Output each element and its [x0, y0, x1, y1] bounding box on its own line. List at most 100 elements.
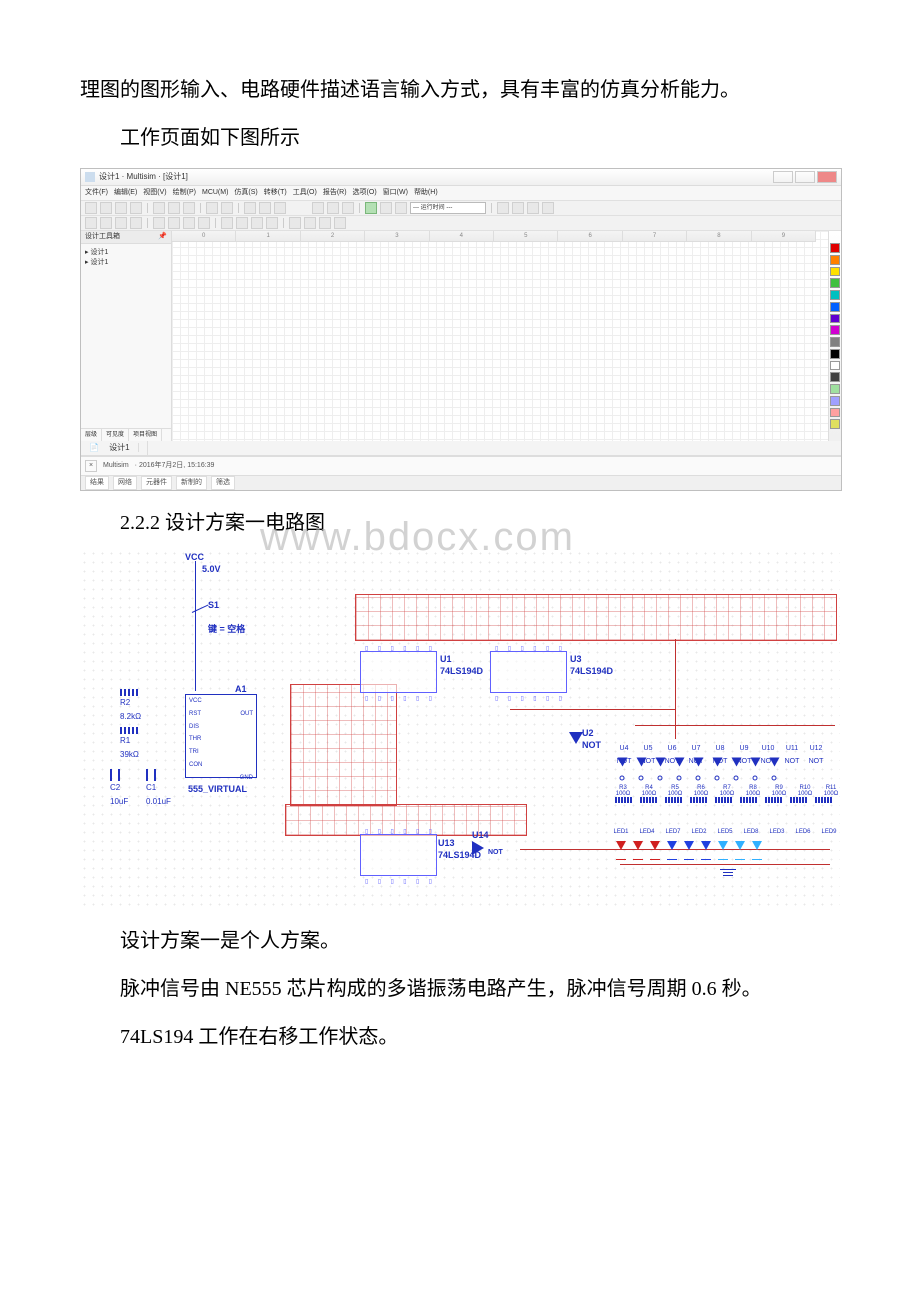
- menu-item[interactable]: 报告(R): [323, 187, 347, 200]
- tb2-btn[interactable]: [221, 217, 233, 229]
- tree-item[interactable]: ▸ 设计1: [85, 258, 167, 268]
- tb2-btn[interactable]: [183, 217, 195, 229]
- tb-scope-icon[interactable]: [512, 202, 524, 214]
- tb2-btn[interactable]: [251, 217, 263, 229]
- panel-tab[interactable]: 项目视图: [129, 429, 162, 441]
- palette-swatch[interactable]: [830, 361, 840, 371]
- palette-swatch[interactable]: [830, 408, 840, 418]
- tb-probe-icon[interactable]: [497, 202, 509, 214]
- tb-redo-icon[interactable]: [221, 202, 233, 214]
- panel-tab[interactable]: 可见度: [102, 429, 129, 441]
- palette-swatch[interactable]: [830, 337, 840, 347]
- stop-button[interactable]: [395, 202, 407, 214]
- tb2-btn[interactable]: [236, 217, 248, 229]
- palette-swatch[interactable]: [830, 349, 840, 359]
- palette-swatch[interactable]: [830, 290, 840, 300]
- status-tab[interactable]: 筛选: [211, 476, 235, 491]
- maximize-button[interactable]: [795, 171, 815, 183]
- menu-item[interactable]: 文件(F): [85, 187, 108, 200]
- tb2-btn[interactable]: [266, 217, 278, 229]
- palette-swatch[interactable]: [830, 372, 840, 382]
- chip-u1: ▯▯▯▯▯▯ ▯▯▯▯▯▯: [360, 651, 437, 693]
- design-tree[interactable]: ▸ 设计1 ▸ 设计1: [81, 244, 171, 428]
- tb-print-icon[interactable]: [130, 202, 142, 214]
- menu-item[interactable]: 编辑(E): [114, 187, 137, 200]
- led-icon: [701, 841, 711, 850]
- palette-swatch[interactable]: [830, 384, 840, 394]
- menu-item[interactable]: 仿真(S): [234, 187, 257, 200]
- palette-swatch[interactable]: [830, 396, 840, 406]
- panel-pin-icon[interactable]: 📌: [158, 231, 167, 244]
- panel-tabs[interactable]: 层级可见度项目视图: [81, 428, 171, 441]
- tb-wire-icon[interactable]: [327, 202, 339, 214]
- run-button[interactable]: [365, 202, 377, 214]
- tb-zoom-in-icon[interactable]: [244, 202, 256, 214]
- ruler-tick: 6: [558, 231, 622, 241]
- menubar[interactable]: 文件(F) 编辑(E) 视图(V) 绘制(P) MCU(M) 仿真(S) 转移(T) 工具(O…: [81, 186, 841, 201]
- schematic-canvas[interactable]: 0123456789: [172, 231, 828, 441]
- palette-swatch[interactable]: [830, 302, 840, 312]
- document-tab[interactable]: 📄 设计1: [81, 441, 148, 455]
- horizontal-ruler: 0123456789: [172, 231, 816, 242]
- tb2-btn[interactable]: [168, 217, 180, 229]
- tb2-btn[interactable]: [289, 217, 301, 229]
- toolbar-secondary[interactable]: [81, 216, 841, 231]
- document-tabs[interactable]: 📄 设计1: [81, 441, 841, 456]
- tb2-btn[interactable]: [115, 217, 127, 229]
- run-time-display: --- 运行时间 ---: [410, 202, 486, 214]
- tb2-btn[interactable]: [100, 217, 112, 229]
- tree-item[interactable]: ▸ 设计1: [85, 248, 167, 258]
- minimize-button[interactable]: [773, 171, 793, 183]
- close-button[interactable]: [817, 171, 837, 183]
- menu-item[interactable]: 转移(T): [264, 187, 287, 200]
- cap-c1: C10.01uF: [146, 769, 171, 810]
- instrument-palette[interactable]: [828, 231, 841, 441]
- tb-cut-icon[interactable]: [153, 202, 165, 214]
- panel-tab[interactable]: 层级: [81, 429, 102, 441]
- tb-undo-icon[interactable]: [206, 202, 218, 214]
- palette-swatch[interactable]: [830, 314, 840, 324]
- window-controls[interactable]: [773, 171, 837, 183]
- palette-swatch[interactable]: [830, 255, 840, 265]
- palette-swatch[interactable]: [830, 419, 840, 429]
- tb-gen-icon[interactable]: [542, 202, 554, 214]
- palette-swatch[interactable]: [830, 243, 840, 253]
- tb-open-icon[interactable]: [100, 202, 112, 214]
- tb-zoom-fit-icon[interactable]: [274, 202, 286, 214]
- led-label: LED7: [660, 827, 686, 838]
- tb-new-icon[interactable]: [85, 202, 97, 214]
- tb-save-icon[interactable]: [115, 202, 127, 214]
- status-tab[interactable]: 结果: [85, 476, 109, 491]
- log-close-icon[interactable]: ×: [85, 460, 97, 472]
- tb-zoom-out-icon[interactable]: [259, 202, 271, 214]
- menu-item[interactable]: MCU(M): [202, 187, 228, 200]
- status-tab[interactable]: 元器件: [141, 476, 172, 491]
- status-tab[interactable]: 新制的: [176, 476, 207, 491]
- tb-paste-icon[interactable]: [183, 202, 195, 214]
- status-tab[interactable]: 网络: [113, 476, 137, 491]
- tb2-btn[interactable]: [85, 217, 97, 229]
- tb2-btn[interactable]: [198, 217, 210, 229]
- wire-vcc: [195, 561, 196, 691]
- tb2-btn[interactable]: [334, 217, 346, 229]
- menu-item[interactable]: 视图(V): [143, 187, 166, 200]
- menu-item[interactable]: 工具(O): [293, 187, 317, 200]
- palette-swatch[interactable]: [830, 267, 840, 277]
- palette-swatch[interactable]: [830, 325, 840, 335]
- palette-swatch[interactable]: [830, 278, 840, 288]
- tb-text-icon[interactable]: [342, 202, 354, 214]
- tb2-btn[interactable]: [304, 217, 316, 229]
- tb-meter-icon[interactable]: [527, 202, 539, 214]
- tb-copy-icon[interactable]: [168, 202, 180, 214]
- menu-item[interactable]: 帮助(H): [414, 187, 438, 200]
- tb2-btn[interactable]: [130, 217, 142, 229]
- toolbar-primary[interactable]: --- 运行时间 ---: [81, 201, 841, 216]
- tb-component-icon[interactable]: [312, 202, 324, 214]
- pause-button[interactable]: [380, 202, 392, 214]
- tb2-btn[interactable]: [153, 217, 165, 229]
- menu-item[interactable]: 绘制(P): [173, 187, 196, 200]
- menu-item[interactable]: 选项(O): [353, 187, 377, 200]
- tb2-btn[interactable]: [319, 217, 331, 229]
- menu-item[interactable]: 窗口(W): [383, 187, 408, 200]
- led-row: [616, 841, 762, 850]
